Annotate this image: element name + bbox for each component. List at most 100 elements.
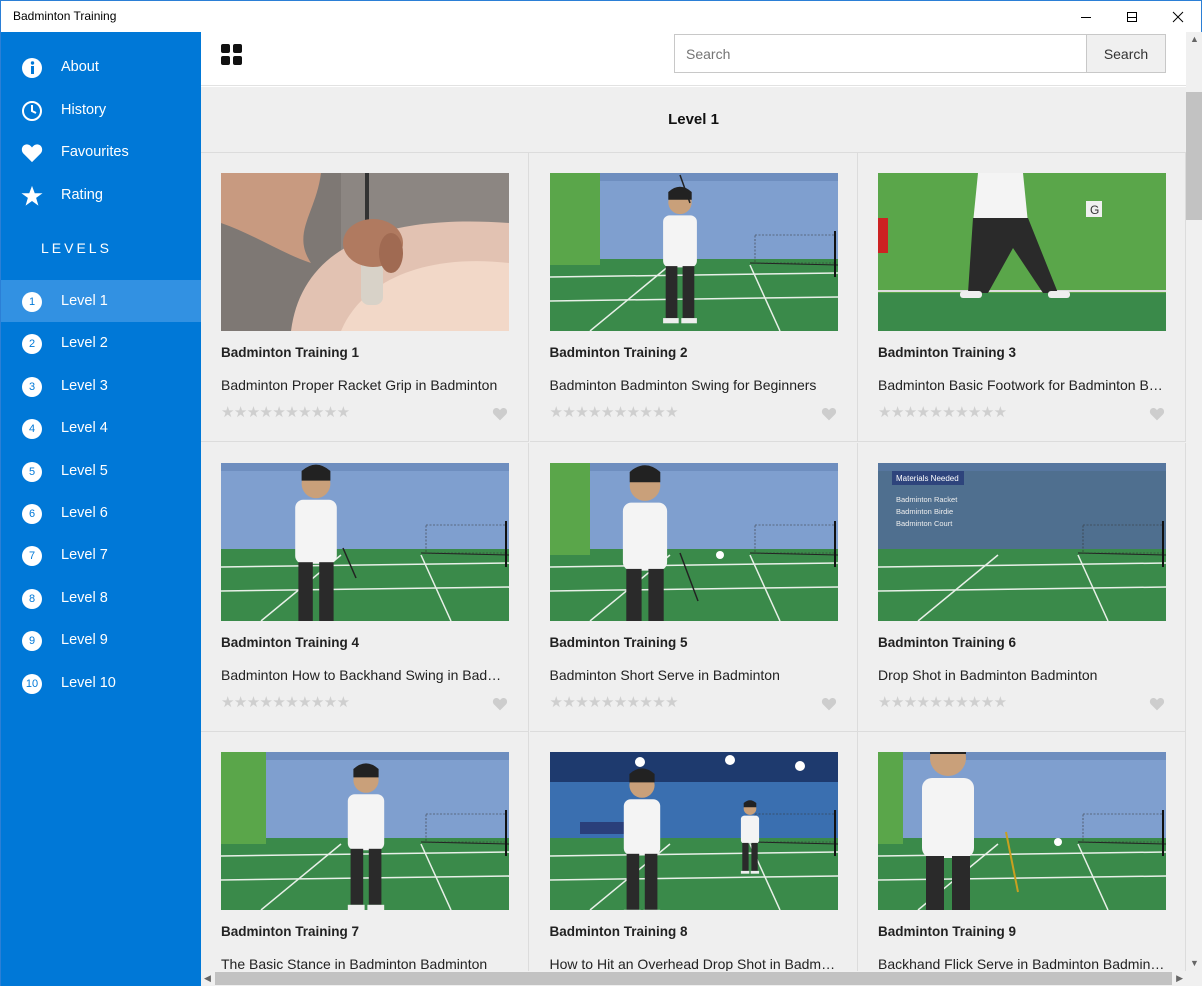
scroll-down-icon[interactable]: ▼	[1190, 958, 1199, 968]
video-card[interactable]: Materials Needed Badminton Racket Badminto…	[858, 442, 1186, 732]
video-card[interactable]: Badminton Training 7 The Basic Stance in …	[201, 732, 529, 971]
video-thumbnail[interactable]: Materials Needed Badminton Racket Badminto…	[878, 462, 1166, 621]
video-thumbnail[interactable]	[549, 462, 838, 621]
horizontal-scroll-thumb[interactable]	[215, 972, 1172, 985]
level-number-icon: 3	[21, 376, 43, 398]
level-number: 4	[22, 419, 42, 440]
video-description: The Basic Stance in Badminton Badminton	[221, 956, 488, 971]
window-title: Badminton Training	[13, 9, 117, 23]
sidebar-item-history[interactable]: History	[1, 89, 201, 131]
sidebar-item-label: Level 7	[61, 547, 108, 564]
video-card[interactable]: Badminton Training 1 Badminton Proper Rac…	[201, 153, 529, 442]
video-title[interactable]: Badminton Training 9	[878, 924, 1016, 939]
video-description: Badminton Basic Footwork for Badminton B…	[878, 377, 1163, 393]
video-card[interactable]: Badminton Training 8 How to Hit an Overhe…	[529, 732, 858, 971]
video-thumbnail[interactable]	[549, 173, 838, 331]
scroll-left-icon[interactable]: ◀	[204, 973, 211, 984]
sidebar-item-label: About	[61, 59, 99, 75]
search-button[interactable]: Search	[1086, 34, 1166, 73]
video-card[interactable]: G Badminton Training 3 Badminton Basic Fo…	[858, 153, 1186, 442]
video-thumbnail[interactable]	[221, 173, 509, 331]
grid-view-icon[interactable]	[221, 44, 243, 66]
video-title[interactable]: Badminton Training 2	[550, 345, 688, 360]
sidebar-item-level-9[interactable]: 9 Level 9	[1, 619, 201, 661]
sidebar-item-label: History	[61, 102, 107, 118]
video-title[interactable]: Badminton Training 4	[221, 635, 359, 650]
sidebar-item-level-7[interactable]: 7 Level 7	[1, 534, 201, 576]
favourite-heart-icon[interactable]	[821, 407, 837, 421]
favourite-heart-icon[interactable]	[821, 697, 837, 711]
star-icon	[21, 185, 43, 207]
sidebar-item-label: Rating	[61, 187, 103, 203]
video-card[interactable]: Badminton Training 4 Badminton How to Bac…	[201, 442, 529, 732]
video-card[interactable]: Badminton Training 5 Badminton Short Serv…	[529, 442, 858, 732]
video-thumbnail[interactable]: G	[878, 173, 1166, 331]
scroll-up-icon[interactable]: ▲	[1190, 34, 1199, 44]
svg-text:Badminton Court: Badminton Court	[896, 519, 953, 528]
star-rating[interactable]: ★★★★★★★★★★	[221, 403, 350, 421]
info-icon	[21, 57, 43, 79]
sidebar-item-label: Favourites	[61, 144, 129, 160]
search-input[interactable]	[674, 34, 1087, 73]
sidebar-item-level-3[interactable]: 3 Level 3	[1, 365, 201, 407]
page-title: Level 1	[201, 87, 1186, 153]
level-number: 3	[22, 376, 42, 397]
vertical-scrollbar[interactable]: ▲ ▼	[1186, 32, 1202, 986]
favourite-heart-icon[interactable]	[1149, 697, 1165, 711]
level-number-icon: 1	[21, 291, 43, 313]
sidebar-item-label: Level 9	[61, 632, 108, 649]
minimize-control[interactable]	[1063, 1, 1109, 32]
level-number: 10	[22, 673, 42, 694]
video-description: Badminton Proper Racket Grip in Badminto…	[221, 377, 498, 393]
sidebar-item-level-10[interactable]: 10 Level 10	[1, 662, 201, 704]
level-number: 8	[22, 588, 42, 609]
sidebar-item-level-5[interactable]: 5 Level 5	[1, 450, 201, 492]
video-title[interactable]: Badminton Training 8	[550, 924, 688, 939]
levels-heading: LEVELS	[41, 240, 112, 256]
video-title[interactable]: Badminton Training 6	[878, 635, 1016, 650]
sidebar-item-level-2[interactable]: 2 Level 2	[1, 322, 201, 364]
scroll-right-icon[interactable]: ▶	[1176, 973, 1183, 984]
sidebar-item-level-4[interactable]: 4 Level 4	[1, 407, 201, 449]
star-rating[interactable]: ★★★★★★★★★★	[221, 693, 350, 711]
sidebar-item-level-8[interactable]: 8 Level 8	[1, 577, 201, 619]
video-thumbnail[interactable]	[221, 462, 509, 621]
star-rating[interactable]: ★★★★★★★★★★	[550, 693, 679, 711]
video-title[interactable]: Badminton Training 3	[878, 345, 1016, 360]
video-description: Badminton Badminton Swing for Beginners	[549, 377, 817, 393]
sidebar-item-rating[interactable]: Rating	[1, 174, 201, 216]
maximize-button[interactable]	[1109, 1, 1155, 32]
level-number-icon: 4	[21, 418, 43, 440]
favourite-heart-icon[interactable]	[1149, 407, 1165, 421]
close-button[interactable]	[1155, 1, 1201, 32]
favourite-heart-icon[interactable]	[492, 697, 508, 711]
star-rating[interactable]: ★★★★★★★★★★	[878, 693, 1007, 711]
star-rating[interactable]: ★★★★★★★★★★	[878, 403, 1007, 421]
sidebar-item-level-1[interactable]: 1 Level 1	[1, 280, 201, 322]
sidebar-item-label: Level 10	[61, 674, 116, 691]
video-title[interactable]: Badminton Training 5	[550, 635, 688, 650]
level-number: 1	[22, 292, 42, 312]
horizontal-scrollbar[interactable]: ◀ ▶	[201, 971, 1186, 986]
title-bar: Badminton Training	[1, 1, 1201, 32]
video-thumbnail[interactable]	[878, 752, 1166, 910]
video-thumbnail[interactable]	[221, 752, 509, 910]
vertical-scroll-thumb[interactable]	[1186, 92, 1202, 220]
clock-icon	[21, 100, 43, 122]
sidebar-item-about[interactable]: About	[1, 46, 201, 88]
video-title[interactable]: Badminton Training 1	[221, 345, 359, 360]
video-title[interactable]: Badminton Training 7	[221, 924, 359, 939]
favourite-heart-icon[interactable]	[492, 407, 508, 421]
video-thumbnail[interactable]	[549, 752, 838, 910]
close-icon	[1172, 11, 1184, 22]
svg-text:Badminton Racket: Badminton Racket	[896, 495, 958, 504]
video-card[interactable]: Badminton Training 2 Badminton Badminton …	[529, 153, 858, 442]
sidebar-item-favourites[interactable]: Favourites	[1, 131, 201, 173]
svg-text:Materials Needed: Materials Needed	[896, 474, 959, 483]
sidebar-item-level-6[interactable]: 6 Level 6	[1, 492, 201, 534]
video-card[interactable]: Badminton Training 9 Backhand Flick Serve…	[858, 732, 1186, 971]
video-description: Badminton How to Backhand Swing in Bad…	[221, 666, 502, 683]
level-number: 7	[22, 546, 42, 567]
star-rating[interactable]: ★★★★★★★★★★	[550, 403, 679, 421]
level-number-icon: 6	[21, 503, 43, 525]
